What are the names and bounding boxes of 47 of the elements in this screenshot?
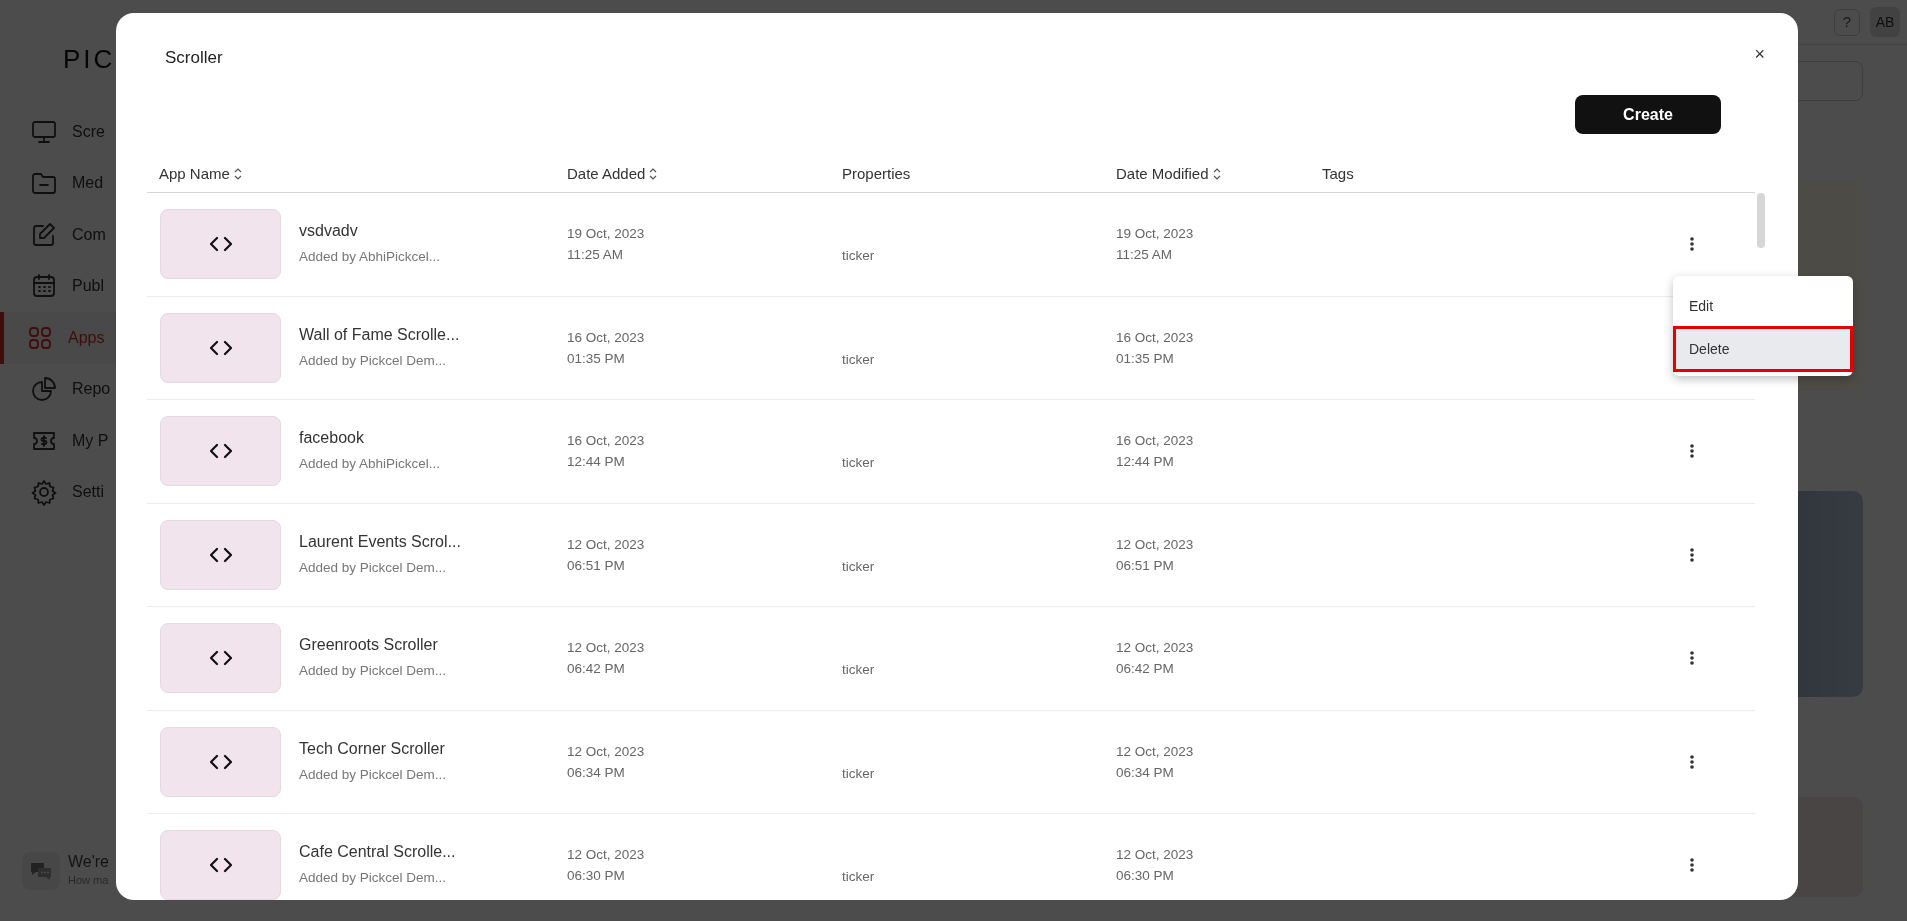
time-text: 06:34 PM <box>567 763 626 782</box>
time-text: 06:30 PM <box>1116 867 1175 886</box>
column-header: Tags <box>1322 163 1354 184</box>
time-text: 06:34 PM <box>1116 763 1175 782</box>
date-text: 12 Oct, 2023 <box>1116 535 1195 554</box>
chat-title: We're <box>68 852 109 872</box>
property-text: ticker <box>842 247 875 266</box>
time-text: 12:44 PM <box>567 453 626 472</box>
property-text: ticker <box>842 454 875 473</box>
time-text: 11:25 AM <box>1116 246 1174 265</box>
date-text: 12 Oct, 2023 <box>567 535 646 554</box>
property-text: ticker <box>842 350 875 369</box>
time-text: 11:25 AM <box>567 246 625 265</box>
date-text: 12 Oct, 2023 <box>1116 742 1195 761</box>
column-header: Properties <box>842 163 911 184</box>
date-text: 12 Oct, 2023 <box>567 742 646 761</box>
date-text: 12 Oct, 2023 <box>1116 846 1195 865</box>
added-by-text: Added by Pickcel Dem... <box>299 869 448 888</box>
date-text: 19 Oct, 2023 <box>567 225 646 244</box>
date-text: 12 Oct, 2023 <box>567 846 646 865</box>
added-by-text: Added by Pickcel Dem... <box>299 351 448 370</box>
time-text: 06:42 PM <box>567 660 626 679</box>
time-text: 06:30 PM <box>567 867 626 886</box>
time-text: 01:35 PM <box>567 349 626 368</box>
date-text: 16 Oct, 2023 <box>567 432 646 451</box>
added-by-text: Added by Pickcel Dem... <box>299 662 447 681</box>
time-text: 06:51 PM <box>567 556 626 575</box>
added-by-text: Added by Pickcel Dem... <box>299 558 448 577</box>
date-text: 16 Oct, 2023 <box>1116 432 1195 451</box>
added-by-text: Added by AbhiPickcel... <box>299 455 441 474</box>
property-text: ticker <box>842 764 875 783</box>
added-by-text: Added by Pickcel Dem... <box>299 765 447 784</box>
property-text: ticker <box>842 868 875 887</box>
logo: PIC <box>63 43 116 76</box>
date-text: 19 Oct, 2023 <box>1116 225 1195 244</box>
date-text: 16 Oct, 2023 <box>567 328 646 347</box>
date-text: 12 Oct, 2023 <box>567 639 646 658</box>
time-text: 06:51 PM <box>1116 556 1175 575</box>
property-text: ticker <box>842 661 875 680</box>
time-text: 01:35 PM <box>1116 349 1175 368</box>
time-text: 12:44 PM <box>1116 453 1175 472</box>
date-text: 12 Oct, 2023 <box>1116 639 1195 658</box>
date-text: 16 Oct, 2023 <box>1116 328 1195 347</box>
added-by-text: Added by AbhiPickcel... <box>299 248 441 267</box>
property-text: ticker <box>842 557 875 576</box>
modal-title: Scroller <box>165 48 223 67</box>
time-text: 06:42 PM <box>1116 660 1175 679</box>
